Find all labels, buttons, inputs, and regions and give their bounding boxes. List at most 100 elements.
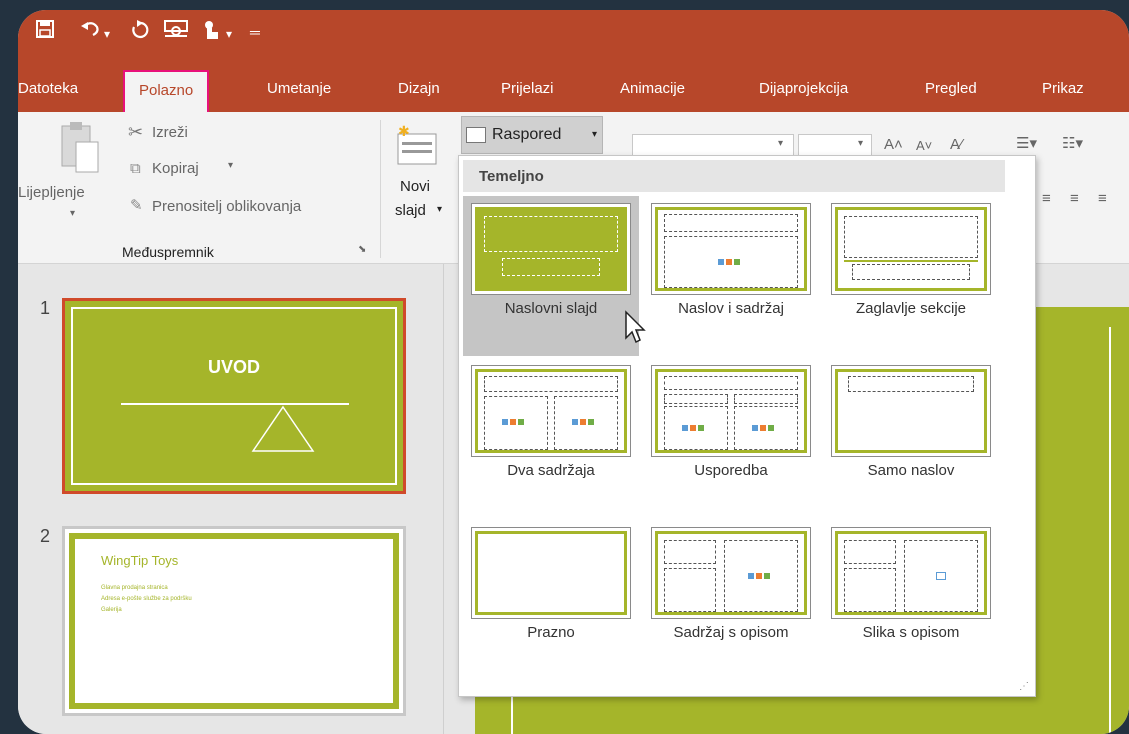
dialog-launcher-icon[interactable]: ⬊ (358, 244, 366, 255)
new-slide-label-1[interactable]: Novi (400, 178, 430, 195)
tab-dizajn[interactable]: Dizajn (398, 80, 440, 97)
clear-format-icon[interactable]: A⁄ (950, 136, 963, 153)
paste-dropdown-icon[interactable]: ▾ (70, 208, 75, 219)
picture-placeholder-icon (936, 572, 946, 580)
tab-datoteka[interactable]: Datoteka (18, 80, 78, 97)
paste-button[interactable]: Lijepljenje (18, 184, 85, 201)
slide-title: UVOD (207, 357, 260, 377)
layout-thumbnail (831, 365, 991, 457)
triangle-shape (251, 405, 315, 452)
layout-gallery-dropdown: Temeljno Naslovni slajd Naslov i sadržaj (458, 155, 1036, 697)
layout-label: Zaglavlje sekcije (855, 300, 967, 317)
justify-icon[interactable]: ≡ (1098, 190, 1107, 207)
mouse-cursor-icon (625, 310, 646, 344)
copy-icon: ⧉ (130, 160, 141, 177)
copy-dropdown-icon[interactable]: ▾ (228, 160, 233, 171)
tab-dijaprojekcija[interactable]: Dijaprojekcija (759, 80, 848, 97)
content-placeholder-icon (748, 570, 776, 582)
slide-thumbnail-1[interactable]: UVOD (62, 298, 406, 494)
slide-thumbnail-2[interactable]: WingTip Toys Glavna prodajna stranica Ad… (62, 526, 406, 716)
layout-label: Slika s opisom (862, 624, 960, 641)
layout-thumbnail (651, 203, 811, 295)
shrink-font-icon[interactable]: A˅ (916, 138, 932, 153)
layout-label: Sadržaj s opisom (673, 624, 789, 641)
layout-thumbnail (471, 203, 631, 295)
touch-dropdown-icon[interactable]: ▾ (226, 24, 232, 44)
layout-sadrzaj-s-opisom[interactable]: Sadržaj s opisom (643, 520, 819, 680)
slide-inner-border (71, 307, 397, 485)
layout-zaglavlje-sekcije[interactable]: Zaglavlje sekcije (823, 196, 999, 356)
layout-naslov-i-sadrzaj[interactable]: Naslov i sadržaj (643, 196, 819, 356)
align-right-icon[interactable]: ≡ (1070, 190, 1079, 207)
tab-pregled[interactable]: Pregled (925, 80, 977, 97)
undo-icon[interactable] (80, 20, 102, 42)
powerpoint-window: ▾ ▾ ═ Datoteka Polazno Umetanje Dizajn P… (18, 10, 1129, 734)
layout-icon (466, 127, 486, 143)
main-slide-line (511, 697, 513, 734)
layout-label: Dva sadržaja (507, 462, 595, 479)
layout-prazno[interactable]: Prazno (463, 520, 639, 680)
content-placeholder-icon (682, 422, 710, 434)
layout-thumbnail (831, 203, 991, 295)
layout-label: Naslov i sadržaj (678, 300, 784, 317)
slide-title: WingTip Toys (101, 553, 179, 568)
group-divider (380, 120, 381, 258)
redo-icon[interactable] (130, 20, 150, 44)
font-size-dropdown-icon[interactable]: ▾ (858, 138, 863, 149)
layout-dva-sadrzaja[interactable]: Dva sadržaja (463, 358, 639, 518)
slide-number: 2 (40, 526, 51, 546)
title-bar: ▾ ▾ ═ (18, 10, 1129, 68)
numbering-icon[interactable]: ☷▾ (1062, 134, 1083, 152)
resize-grip-icon[interactable]: ⋰ (1019, 681, 1029, 692)
gallery-section-header: Temeljno (463, 160, 1005, 192)
layout-naslovni-slajd[interactable]: Naslovni slajd (463, 196, 639, 356)
bullets-icon[interactable]: ☰▾ (1016, 134, 1037, 152)
svg-text:✱: ✱ (398, 124, 410, 139)
tab-umetanje[interactable]: Umetanje (267, 80, 331, 97)
layout-button[interactable]: Raspored ▾ (461, 116, 603, 154)
layout-samo-naslov[interactable]: Samo naslov (823, 358, 999, 518)
ribbon-tabs: Datoteka Polazno Umetanje Dizajn Prijela… (18, 68, 1129, 112)
customize-icon[interactable]: ═ (250, 22, 260, 42)
undo-dropdown-icon[interactable]: ▾ (104, 24, 110, 44)
slide-bullet: Galerija (101, 607, 122, 613)
tab-prikaz[interactable]: Prikaz (1042, 80, 1084, 97)
tab-polazno[interactable]: Polazno (123, 70, 210, 112)
content-placeholder-icon (718, 256, 746, 268)
new-slide-icon[interactable]: ✱ (396, 123, 438, 168)
copy-button[interactable]: Kopiraj (152, 160, 199, 177)
tab-prijelazi[interactable]: Prijelazi (501, 80, 554, 97)
slide-bullet: Glavna prodajna stranica (101, 585, 168, 591)
layout-label: Naslovni slajd (504, 300, 598, 317)
tab-animacije[interactable]: Animacije (620, 80, 685, 97)
layout-button-label: Raspored (492, 126, 562, 143)
grow-font-icon[interactable]: A˄ (884, 136, 903, 153)
cut-button[interactable]: Izreži (152, 124, 188, 141)
pane-splitter[interactable] (443, 264, 444, 734)
font-dropdown-icon[interactable]: ▾ (778, 138, 783, 149)
content-placeholder-icon (572, 416, 600, 428)
layout-usporedba[interactable]: Usporedba (643, 358, 819, 518)
layout-thumbnail (471, 365, 631, 457)
layout-label: Usporedba (694, 462, 768, 479)
layout-thumbnail (831, 527, 991, 619)
paste-icon[interactable] (58, 120, 102, 176)
layout-label: Prazno (527, 624, 575, 641)
layout-slika-s-opisom[interactable]: Slika s opisom (823, 520, 999, 680)
clipboard-group-label: Međuspremnik (122, 244, 214, 260)
touch-mode-icon[interactable] (202, 20, 220, 44)
new-slide-dropdown-icon[interactable]: ▾ (437, 204, 442, 215)
slide-thumbnail-pane: 1 UVOD 2 WingTip Toys Glavna prodajna st… (18, 264, 443, 734)
layout-thumbnail (471, 527, 631, 619)
align-center-icon[interactable]: ≡ (1042, 190, 1051, 207)
layout-thumbnail (651, 365, 811, 457)
presenter-icon[interactable] (164, 20, 188, 44)
layout-label: Samo naslov (867, 462, 955, 479)
new-slide-label-2[interactable]: slajd (395, 202, 426, 219)
slide-number: 1 (40, 298, 51, 318)
format-painter-button[interactable]: Prenositelj oblikovanja (152, 198, 301, 215)
format-painter-icon: ✎ (130, 197, 143, 214)
layout-dropdown-icon: ▾ (592, 129, 598, 140)
layout-thumbnail (651, 527, 811, 619)
save-icon[interactable] (36, 20, 54, 42)
